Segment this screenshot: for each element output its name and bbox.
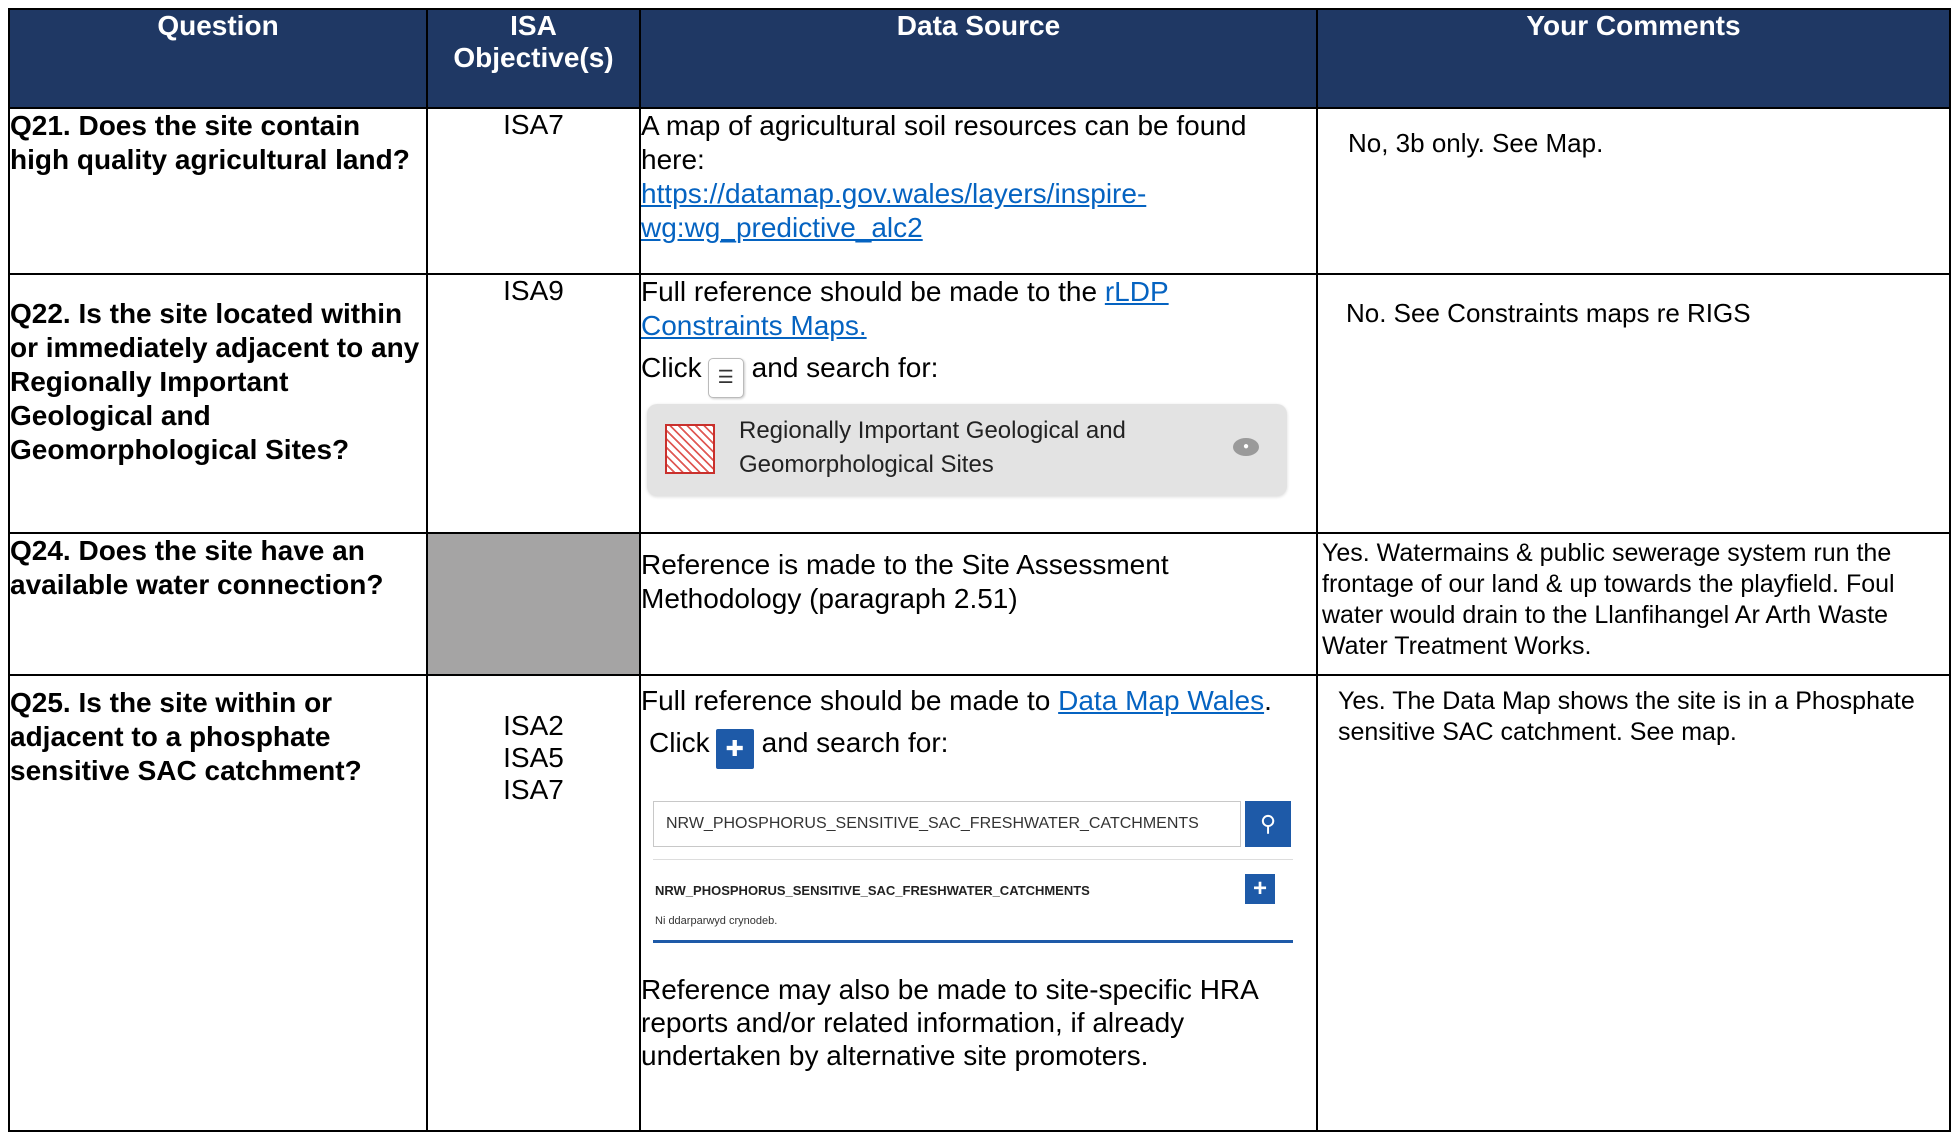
isa-cell: ISA2 ISA5 ISA7 <box>426 674 641 1132</box>
header-question: Question <box>8 8 428 109</box>
search-label: and search for: <box>751 352 939 383</box>
table-row: Q22. Is the site located within or immed… <box>8 273 1951 534</box>
result-title: NRW_PHOSPHORUS_SENSITIVE_SAC_FRESHWATER_… <box>655 883 1090 898</box>
question-cell: Q21. Does the site contain high quality … <box>8 107 428 275</box>
table-row: Q25. Is the site within or adjacent to a… <box>8 674 1951 1132</box>
layers-icon[interactable]: ☰ <box>707 358 744 398</box>
search-input[interactable]: NRW_PHOSPHORUS_SENSITIVE_SAC_FRESHWATER_… <box>653 801 1241 847</box>
question-cell: Q22. Is the site located within or immed… <box>8 273 428 534</box>
isa-objective: ISA2 <box>503 710 564 741</box>
data-source-cell: Full reference should be made to the rLD… <box>639 273 1318 534</box>
question-cell: Q24. Does the site have an available wat… <box>8 532 428 676</box>
source-text: A map of agricultural soil resources can… <box>641 110 1247 175</box>
data-source-cell: Full reference should be made to Data Ma… <box>639 674 1318 1132</box>
source-paragraph: Full reference should be made to the rLD… <box>641 275 1316 343</box>
header-row: Question ISA Objective(s) Data Source Yo… <box>8 8 1951 109</box>
layer-name: Regionally Important Geological and Geom… <box>739 417 1126 478</box>
header-data-source: Data Source <box>639 8 1318 109</box>
data-source-cell: Reference is made to the Site Assessment… <box>639 532 1318 676</box>
comment-text[interactable]: No, 3b only. See Map. <box>1348 127 1935 159</box>
question-cell: Q25. Is the site within or adjacent to a… <box>8 674 428 1132</box>
click-label: Click <box>641 352 702 383</box>
comment-cell: Yes. Watermains & public sewerage system… <box>1316 532 1951 676</box>
layer-list-item[interactable]: Regionally Important Geological and Geom… <box>647 404 1287 496</box>
isa-objective: ISA7 <box>503 774 564 805</box>
agricultural-map-link[interactable]: https://datamap.gov.wales/layers/inspire… <box>641 178 1146 243</box>
source-paragraph: Full reference should be made to Data Ma… <box>641 684 1316 718</box>
search-label: and search for: <box>761 727 949 758</box>
hatched-swatch-icon <box>665 424 715 474</box>
source-text: Reference is made to the Site Assessment… <box>641 549 1169 614</box>
header-isa: ISA Objective(s) <box>426 8 641 109</box>
click-label: Click <box>649 727 710 758</box>
header-your-comments: Your Comments <box>1316 8 1951 109</box>
isa-cell: ISA9 <box>426 273 641 534</box>
click-instruction: Click ☰ and search for: <box>641 351 1316 398</box>
comment-cell: No. See Constraints maps re RIGS <box>1316 273 1951 534</box>
isa-objective: ISA5 <box>503 742 564 773</box>
period: . <box>1264 685 1272 716</box>
eye-icon[interactable]: ● <box>1233 438 1259 456</box>
table-row: Q24. Does the site have an available wat… <box>8 532 1951 676</box>
comment-cell: No, 3b only. See Map. <box>1316 107 1951 275</box>
result-subtitle: Ni ddarparwyd crynodeb. <box>655 915 778 927</box>
comment-text[interactable]: No. See Constraints maps re RIGS <box>1346 297 1935 329</box>
source-extra-text: Reference may also be made to site-speci… <box>641 974 1258 1071</box>
isa-cell: ISA7 <box>426 107 641 275</box>
search-icon[interactable]: ⚲ <box>1245 801 1291 847</box>
plus-icon[interactable]: + <box>1245 874 1275 904</box>
comment-text[interactable]: Yes. Watermains & public sewerage system… <box>1322 538 1947 662</box>
assessment-table: Question ISA Objective(s) Data Source Yo… <box>8 8 1951 1132</box>
source-text: Full reference should be made to the <box>641 276 1098 307</box>
click-instruction: Click ✚ and search for: <box>641 726 1316 769</box>
comment-text[interactable]: Yes. The Data Map shows the site is in a… <box>1338 686 1935 748</box>
add-data-icon[interactable]: ✚ <box>715 729 754 769</box>
data-map-wales-link[interactable]: Data Map Wales <box>1058 685 1264 716</box>
comment-cell: Yes. The Data Map shows the site is in a… <box>1316 674 1951 1132</box>
isa-cell-empty <box>426 532 641 676</box>
search-bar: NRW_PHOSPHORUS_SENSITIVE_SAC_FRESHWATER_… <box>653 801 1293 849</box>
table-row: Q21. Does the site contain high quality … <box>8 107 1951 275</box>
search-result-item[interactable]: NRW_PHOSPHORUS_SENSITIVE_SAC_FRESHWATER_… <box>653 859 1293 943</box>
source-text: Full reference should be made to <box>641 685 1051 716</box>
data-source-cell: A map of agricultural soil resources can… <box>639 107 1318 275</box>
